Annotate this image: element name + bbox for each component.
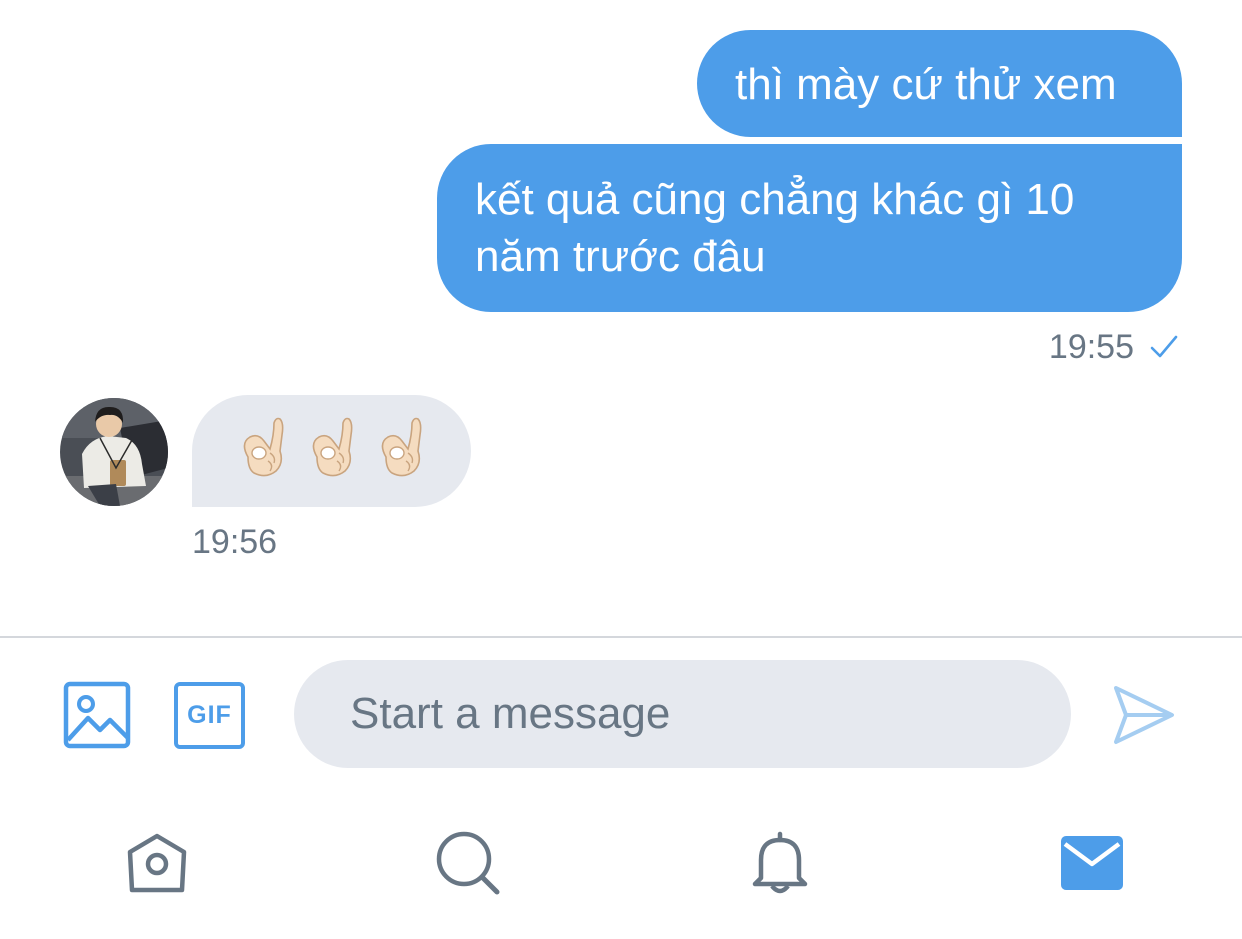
send-icon[interactable] [1110, 682, 1176, 748]
message-bubble-outgoing[interactable]: kết quả cũng chẳng khác gì 10 năm trước … [437, 144, 1182, 312]
ok-hand-emoji [243, 417, 284, 477]
search-icon[interactable] [433, 828, 503, 898]
message-bubble-outgoing[interactable]: thì mày cứ thử xem [697, 30, 1182, 137]
message-text: kết quả cũng chẳng khác gì 10 năm trước … [475, 175, 1075, 281]
avatar[interactable] [60, 398, 168, 506]
message-bubble-incoming[interactable]: 👌🏻👌🏻👌🏻 [192, 395, 471, 507]
ok-hand-emoji [381, 417, 422, 477]
message-text: thì mày cứ thử xem [735, 60, 1117, 109]
bell-icon[interactable] [745, 828, 815, 898]
ok-hand-emoji [312, 417, 353, 477]
composer-divider [0, 636, 1242, 638]
message-text: 👌🏻👌🏻👌🏻 [192, 395, 193, 396]
check-icon [1150, 335, 1178, 358]
home-icon[interactable] [122, 828, 192, 898]
message-timestamp: 19:55 [1048, 328, 1134, 366]
image-icon[interactable] [62, 680, 132, 750]
message-input[interactable] [294, 660, 1071, 768]
gif-label: GIF [187, 701, 232, 729]
mail-icon[interactable] [1057, 828, 1127, 898]
gif-icon[interactable]: GIF [174, 682, 245, 749]
message-timestamp: 19:56 [192, 523, 278, 561]
